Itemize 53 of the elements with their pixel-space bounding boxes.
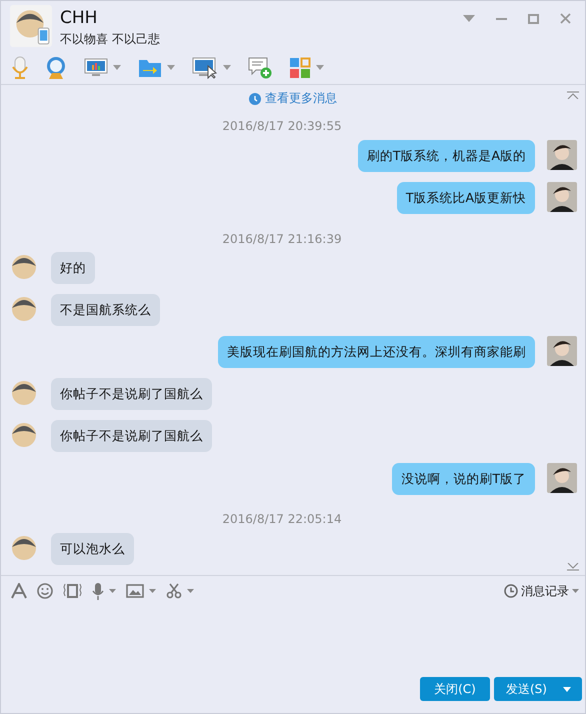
caret-icon[interactable] [223,65,231,70]
message-bubble: 可以泡水么 [51,532,134,565]
font-icon[interactable] [11,583,27,599]
window-shake-icon[interactable] [63,583,82,599]
caret-icon[interactable] [109,589,116,593]
message-bubble: 好的 [51,252,95,284]
monitor-cursor-icon[interactable] [192,56,218,78]
caret-icon[interactable] [167,65,175,70]
signature-text: 不以物喜 不以己悲 [60,31,160,48]
message-bubble: 你帖子不是说刷了国航么 [51,420,212,452]
scroll-down-icon[interactable] [567,563,579,571]
avatar[interactable] [547,462,577,492]
message-bubble: 你帖子不是说刷了国航么 [51,378,212,410]
caret-icon[interactable] [187,589,194,593]
avatar[interactable] [547,182,577,212]
timestamp: 2016/8/17 22:05:14 [222,512,342,526]
avatar[interactable] [547,140,577,170]
close-button[interactable]: 关闭(C) [420,677,490,701]
microphone-icon[interactable] [92,582,104,600]
monitor-chart-icon[interactable] [84,58,108,78]
caret-icon[interactable] [316,65,324,70]
timestamp: 2016/8/17 21:16:39 [222,232,342,246]
message-history-button[interactable]: 消息记录 [504,582,579,600]
clock-icon [249,92,261,105]
message-bubble: 不是国航系统么 [51,294,160,326]
webcam-icon[interactable] [45,56,67,80]
image-icon[interactable] [126,584,144,598]
message-bubble: 美版现在刷国航的方法网上还没有。深圳有商家能刷 [218,336,535,368]
send-button[interactable]: 发送(S) [494,677,582,701]
dropdown-icon[interactable] [463,15,475,22]
caret-icon[interactable] [113,65,121,70]
caret-icon[interactable] [562,686,571,692]
more-messages-link[interactable]: 查看更多消息 [265,90,337,108]
caret-icon[interactable] [149,589,156,593]
microphone-icon[interactable] [12,56,28,80]
apps-grid-icon[interactable] [289,56,311,78]
caret-icon [572,589,579,593]
avatar[interactable] [547,336,577,366]
maximize-icon[interactable] [528,14,539,24]
timestamp: 2016/8/17 20:39:55 [222,119,342,134]
minimize-icon[interactable] [496,18,507,20]
contact-avatar[interactable] [10,5,52,47]
smiley-icon[interactable] [37,583,53,599]
message-bubble: 没说啊，说的刷T版了 [392,462,535,494]
close-icon[interactable] [560,13,571,24]
message-add-icon[interactable] [248,56,272,78]
scroll-up-icon[interactable] [567,91,579,99]
scissors-icon[interactable] [166,583,182,599]
folder-arrow-icon[interactable] [138,58,162,78]
contact-name: CHH [60,7,98,29]
message-bubble: 刷的T版系统，机器是A版的 [358,140,535,172]
message-bubble: T版系统比A版更新快 [396,182,535,214]
clock-icon [504,584,518,598]
